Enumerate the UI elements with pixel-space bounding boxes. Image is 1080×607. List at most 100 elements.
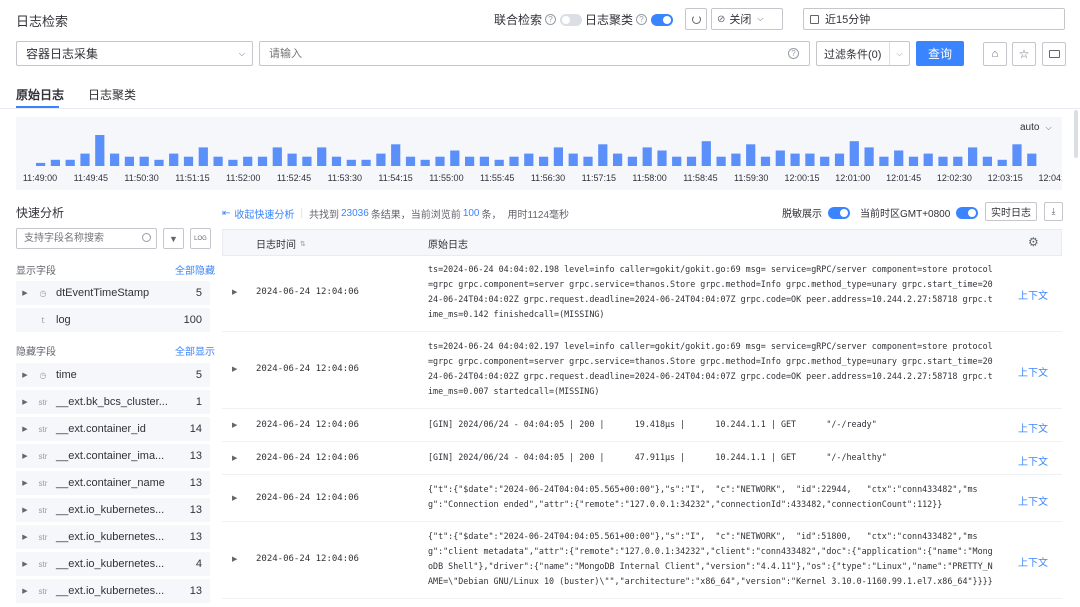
- timezone-toggle[interactable]: [956, 206, 979, 219]
- histogram-bar[interactable]: [760, 156, 771, 166]
- histogram-bar[interactable]: [154, 159, 164, 166]
- hide-all-link[interactable]: 全部隐藏: [175, 262, 215, 277]
- log-view-button[interactable]: LOG: [190, 228, 211, 249]
- histogram-bar[interactable]: [775, 150, 785, 167]
- histogram-bar[interactable]: [583, 156, 593, 166]
- histogram-bar[interactable]: [405, 156, 416, 166]
- auto-refresh-select[interactable]: ⊘ 关闭 ⌵: [711, 8, 783, 30]
- histogram-bar[interactable]: [923, 153, 933, 166]
- expand-row-icon[interactable]: ▶: [232, 421, 237, 429]
- histogram-bar[interactable]: [213, 156, 223, 166]
- histogram-bar[interactable]: [479, 156, 489, 166]
- histogram-bar[interactable]: [317, 147, 327, 166]
- histogram-bar[interactable]: [953, 156, 963, 166]
- table-row[interactable]: ▶ 2024-06-24 12:04:06 {"t":{"$date":"202…: [222, 523, 1062, 599]
- histogram-bar[interactable]: [805, 153, 815, 166]
- histogram-bar[interactable]: [272, 147, 282, 166]
- histogram-bar[interactable]: [302, 156, 312, 166]
- expand-row-icon[interactable]: ▶: [232, 365, 237, 373]
- histogram-bar[interactable]: [465, 156, 475, 166]
- mask-toggle[interactable]: [828, 206, 850, 219]
- table-row[interactable]: ▶ 2024-06-24 12:04:06 [GIN] 2024/06/24 -…: [222, 443, 1062, 475]
- context-link[interactable]: 上下文: [1018, 287, 1048, 302]
- table-row[interactable]: ▶ 2024-06-24 12:04:06 ts=2024-06-24 04:0…: [222, 256, 1062, 332]
- help-icon[interactable]: ?: [636, 14, 648, 25]
- expand-row-icon[interactable]: ▶: [232, 454, 237, 462]
- histogram-bar[interactable]: [1012, 144, 1022, 166]
- tab-raw-log[interactable]: 原始日志: [16, 86, 64, 103]
- union-search-toggle[interactable]: [560, 13, 583, 26]
- histogram-bar[interactable]: [346, 159, 356, 166]
- histogram-bar[interactable]: [613, 153, 623, 166]
- field-row[interactable]: ▶ ◷ time 5: [16, 363, 210, 387]
- field-row[interactable]: ▶ str __ext.container_ima... 13: [16, 444, 210, 468]
- histogram-bar[interactable]: [553, 147, 563, 166]
- histogram-bar[interactable]: [450, 150, 460, 167]
- histogram-bar[interactable]: [716, 156, 726, 166]
- show-all-link[interactable]: 全部显示: [175, 343, 215, 358]
- column-settings-button[interactable]: ⚙: [1028, 235, 1039, 249]
- histogram-bar[interactable]: [657, 150, 667, 167]
- log-cluster-toggle[interactable]: [651, 13, 674, 26]
- filter-conditions-button[interactable]: 过滤条件(0) ⌵: [816, 41, 910, 66]
- collapse-icon[interactable]: ⇤: [222, 208, 230, 219]
- realtime-log-button[interactable]: 实时日志: [985, 202, 1037, 221]
- histogram-bar[interactable]: [539, 156, 549, 166]
- context-link[interactable]: 上下文: [1018, 453, 1048, 468]
- time-column-header[interactable]: 日志时间 ⇅: [256, 236, 306, 251]
- expand-row-icon[interactable]: ▶: [232, 494, 237, 502]
- field-row[interactable]: ▶ str __ext.container_id 14: [16, 417, 210, 441]
- field-search-input[interactable]: [17, 229, 135, 248]
- histogram-bar[interactable]: [686, 156, 697, 166]
- histogram-bar[interactable]: [169, 153, 179, 166]
- field-row[interactable]: ▶ str __ext.io_kubernetes... 13: [16, 525, 210, 549]
- histogram-bar[interactable]: [257, 156, 268, 166]
- histogram-bar[interactable]: [65, 159, 75, 166]
- context-link[interactable]: 上下文: [1018, 364, 1048, 379]
- context-link[interactable]: 上下文: [1018, 420, 1048, 435]
- field-row[interactable]: ▶ str __ext.container_name 13: [16, 471, 210, 495]
- index-set-select[interactable]: 容器日志采集 ⌵: [16, 41, 253, 66]
- histogram-bar[interactable]: [968, 147, 978, 166]
- field-row[interactable]: t log 100: [16, 308, 210, 332]
- histogram-bar[interactable]: [568, 153, 578, 166]
- histogram-bar[interactable]: [80, 153, 90, 166]
- histogram-bar[interactable]: [287, 153, 297, 166]
- histogram-bar[interactable]: [864, 147, 874, 166]
- histogram-bar[interactable]: [746, 144, 756, 166]
- favorite-button[interactable]: ☆: [1012, 42, 1036, 66]
- refresh-button[interactable]: [685, 8, 707, 30]
- field-row[interactable]: ▶ str __ext.io_kubernetes... 4: [16, 552, 210, 576]
- filter-fields-button[interactable]: ▼: [163, 228, 184, 249]
- histogram-bar[interactable]: [494, 159, 504, 166]
- histogram-bar[interactable]: [50, 159, 60, 166]
- help-icon[interactable]: ?: [545, 14, 557, 25]
- scrollbar-thumb[interactable]: [1074, 110, 1078, 158]
- histogram-bar[interactable]: [36, 162, 46, 166]
- search-input[interactable]: [260, 42, 780, 65]
- histogram-bar[interactable]: [982, 156, 992, 166]
- histogram-bar[interactable]: [435, 156, 445, 166]
- table-row[interactable]: ▶ 2024-06-24 12:04:06 {"t":{"$date":"202…: [222, 476, 1062, 522]
- context-link[interactable]: 上下文: [1018, 493, 1048, 508]
- histogram-bar[interactable]: [509, 156, 519, 166]
- help-icon[interactable]: ?: [788, 48, 799, 59]
- histogram-bar[interactable]: [183, 156, 194, 166]
- histogram-bar[interactable]: [849, 141, 859, 166]
- histogram-bar[interactable]: [997, 159, 1007, 166]
- histogram-bar[interactable]: [95, 135, 105, 166]
- histogram-bar[interactable]: [1027, 153, 1037, 166]
- context-link[interactable]: 上下文: [1018, 554, 1048, 569]
- histogram-bar[interactable]: [598, 144, 608, 166]
- histogram-bar[interactable]: [110, 153, 120, 166]
- histogram-bar[interactable]: [701, 141, 711, 166]
- expand-row-icon[interactable]: ▶: [232, 288, 237, 296]
- field-row[interactable]: ▶ str __ext.io_kubernetes... 13: [16, 498, 210, 522]
- tab-log-cluster[interactable]: 日志聚类: [88, 86, 136, 103]
- field-row[interactable]: ▶ ◷ dtEventTimeStamp 5: [16, 281, 210, 305]
- histogram-bar[interactable]: [376, 153, 386, 166]
- histogram-bar[interactable]: [627, 156, 637, 166]
- histogram-bar[interactable]: [908, 156, 919, 166]
- time-range-picker[interactable]: 近15分钟: [803, 8, 1065, 30]
- histogram-bar[interactable]: [894, 150, 904, 167]
